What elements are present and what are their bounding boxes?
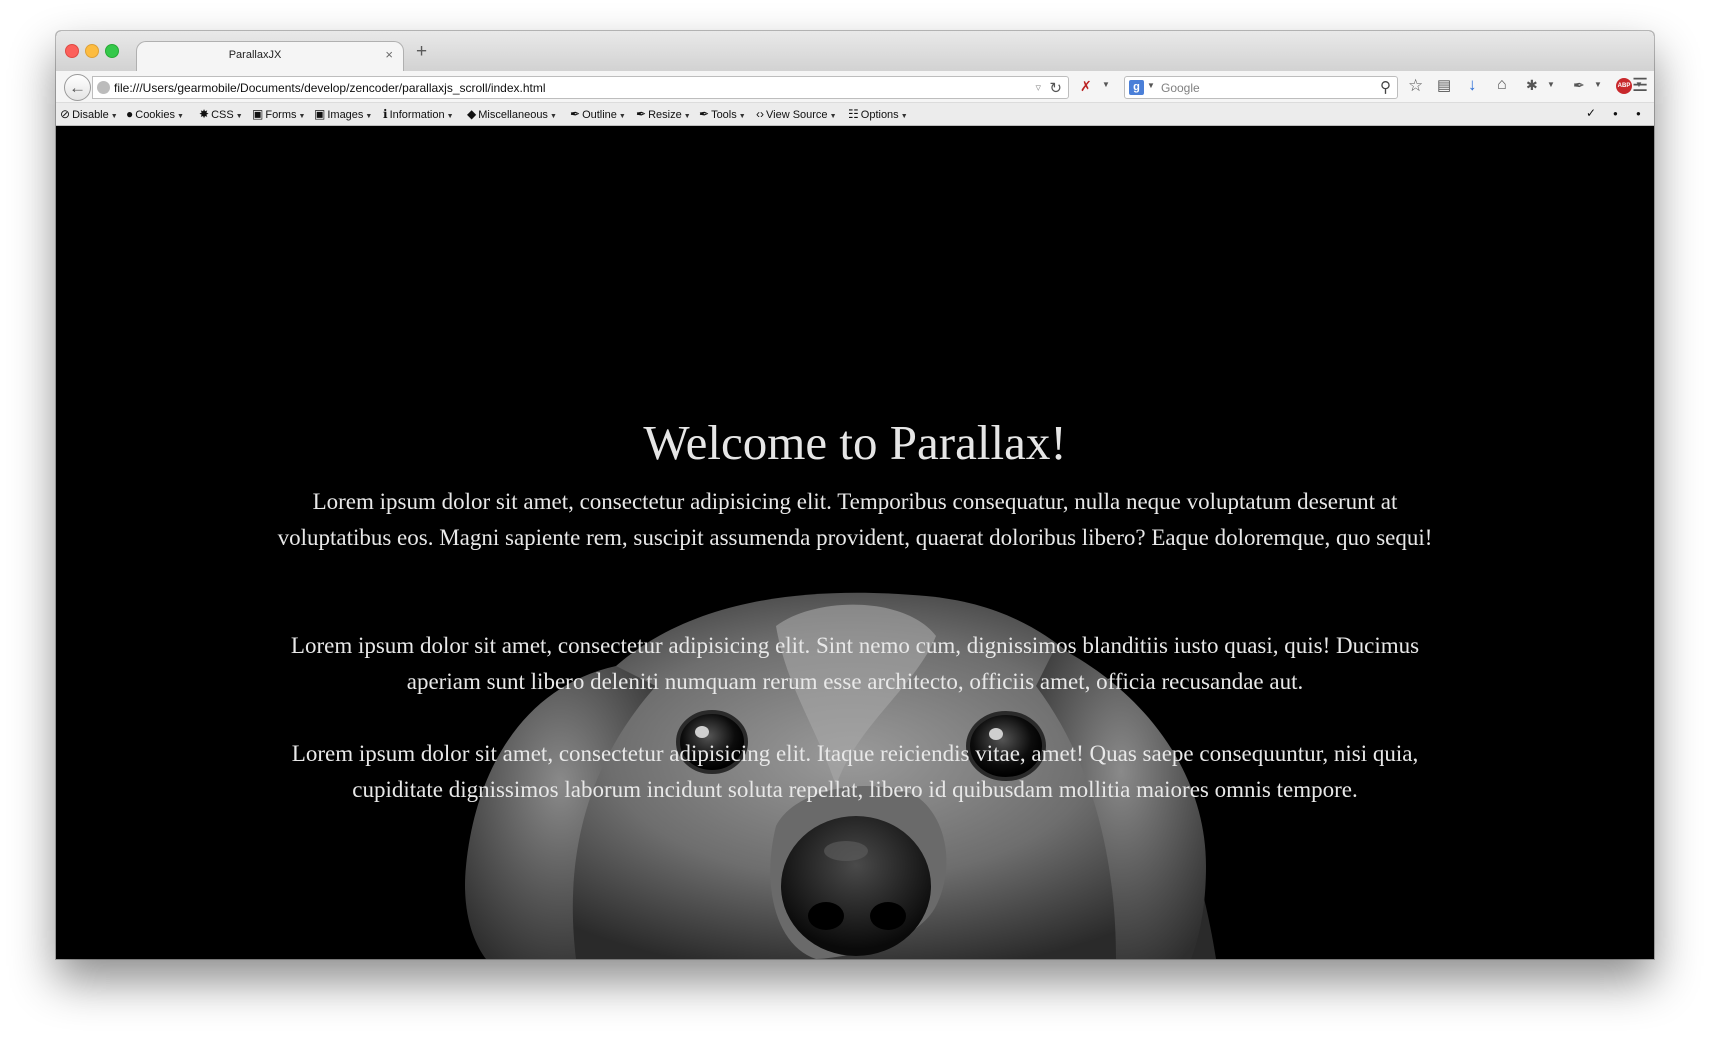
chevron-down-icon: ▼	[365, 113, 373, 120]
page-content: Welcome to Parallax! Lorem ipsum dolor s…	[56, 126, 1654, 959]
devbar-outline[interactable]: ✒ Outline ▼	[570, 108, 626, 123]
status-dot-icon[interactable]: ●	[1636, 109, 1641, 118]
search-input[interactable]: Google	[1161, 81, 1200, 95]
images-icon: ▣	[314, 107, 326, 121]
eyedropper-dropdown-icon[interactable]: ▼	[1594, 81, 1602, 89]
devbar-forms[interactable]: ▣ Forms ▼	[252, 108, 305, 123]
chevron-down-icon: ▼	[177, 113, 184, 120]
minimize-window-button[interactable]	[85, 44, 99, 58]
intro-paragraph: Lorem ipsum dolor sit amet, consectetur …	[277, 489, 1433, 550]
devbar-tools[interactable]: ✒ Tools ▼	[699, 108, 746, 123]
cookies-icon: ●	[126, 107, 134, 121]
devbar-resize[interactable]: ✒ Resize ▼	[636, 108, 691, 123]
resize-icon: ✒	[636, 107, 647, 121]
downloads-icon[interactable]: ↓	[1468, 76, 1477, 93]
close-tab-icon[interactable]: ×	[385, 48, 393, 61]
css-icon: ✸	[199, 107, 210, 121]
devbar-images[interactable]: ▣ Images ▼	[314, 108, 372, 123]
validation-check-icon[interactable]: ✓	[1586, 106, 1596, 120]
search-icon[interactable]: ⚲	[1380, 78, 1391, 96]
extension-icon[interactable]: ✱	[1526, 78, 1538, 92]
devbar-css[interactable]: ✸ CSS ▼	[199, 108, 243, 123]
forms-icon: ▣	[252, 107, 264, 121]
options-icon: ☷	[848, 107, 859, 121]
home-icon[interactable]: ⌂	[1497, 77, 1507, 93]
information-icon: ℹ	[383, 107, 388, 121]
google-icon[interactable]: g	[1129, 80, 1144, 95]
tab-title: ParallaxJX	[228, 49, 282, 61]
chevron-down-icon: ▼	[235, 113, 243, 120]
second-paragraph: Lorem ipsum dolor sit amet, consectetur …	[290, 633, 1420, 694]
chevron-down-icon: ▼	[110, 113, 118, 120]
extension-dropdown-icon[interactable]: ▼	[1547, 81, 1555, 89]
chevron-down-icon: ▼	[829, 113, 837, 120]
hamburger-menu-icon[interactable]: ☰	[1632, 76, 1648, 94]
blocker-icon[interactable]: ✗	[1080, 79, 1092, 93]
devbar-cookies[interactable]: ● Cookies ▼	[126, 108, 184, 123]
chevron-down-icon: ▼	[900, 113, 908, 120]
search-bar[interactable]: g ▼ Google ⚲	[1124, 76, 1398, 99]
chevron-down-icon: ▼	[446, 113, 454, 120]
devbar-miscellaneous[interactable]: ◆ Miscellaneous ▼	[467, 108, 557, 123]
search-engine-dropdown-icon[interactable]: ▼	[1147, 81, 1155, 90]
tab-bar: ParallaxJX × +	[56, 31, 1654, 71]
outline-icon: ✒	[570, 107, 581, 121]
close-window-button[interactable]	[65, 44, 79, 58]
chevron-down-icon: ▼	[618, 113, 626, 120]
page-title: Welcome to Parallax!	[643, 415, 1067, 470]
maximize-window-button[interactable]	[105, 44, 119, 58]
devbar-information[interactable]: ℹ Information ▼	[383, 108, 454, 123]
url-bar[interactable]: file:///Users/gearmobile/Documents/devel…	[92, 76, 1069, 99]
tools-icon: ✒	[699, 107, 710, 121]
blocker-dropdown-icon[interactable]: ▼	[1102, 81, 1110, 89]
miscellaneous-icon: ◆	[467, 107, 477, 121]
reload-icon[interactable]: ↻	[1049, 79, 1062, 97]
disable-icon: ⊘	[60, 107, 71, 121]
devbar-options[interactable]: ☷ Options ▼	[848, 108, 908, 123]
chevron-down-icon: ▼	[738, 113, 746, 120]
new-tab-button[interactable]: +	[416, 42, 427, 61]
chevron-down-icon: ▼	[683, 113, 691, 120]
status-dot-icon[interactable]: ●	[1613, 109, 1618, 118]
browser-window: ParallaxJX × + ← file:///Users/gearmobil…	[56, 31, 1654, 959]
url-dropdown-icon[interactable]: ▿	[1035, 81, 1041, 94]
reading-list-icon[interactable]: ▤	[1437, 78, 1451, 93]
devbar-disable[interactable]: ⊘ Disable ▼	[60, 108, 118, 123]
adblock-icon[interactable]: ABP	[1616, 78, 1632, 94]
eyedropper-icon[interactable]: ✒	[1573, 78, 1585, 92]
chevron-down-icon: ▼	[298, 113, 306, 120]
web-developer-toolbar: ⊘ Disable ▼ ● Cookies ▼ ✸ CSS ▼ ▣ Forms ▼ ▣ Image…	[56, 103, 1654, 126]
url-text[interactable]: file:///Users/gearmobile/Documents/devel…	[114, 81, 546, 95]
navigation-bar: ← file:///Users/gearmobile/Documents/dev…	[56, 71, 1654, 103]
back-button[interactable]: ←	[64, 74, 91, 101]
bookmark-star-icon[interactable]: ☆	[1408, 77, 1423, 94]
third-paragraph: Lorem ipsum dolor sit amet, consectetur …	[291, 741, 1419, 802]
devbar-view-source[interactable]: ‹› View Source ▼	[756, 108, 837, 123]
tab-parallaxjx[interactable]: ParallaxJX ×	[136, 41, 404, 71]
chevron-down-icon: ▼	[549, 113, 557, 120]
view-source-icon: ‹›	[756, 107, 764, 121]
globe-icon	[97, 81, 110, 94]
